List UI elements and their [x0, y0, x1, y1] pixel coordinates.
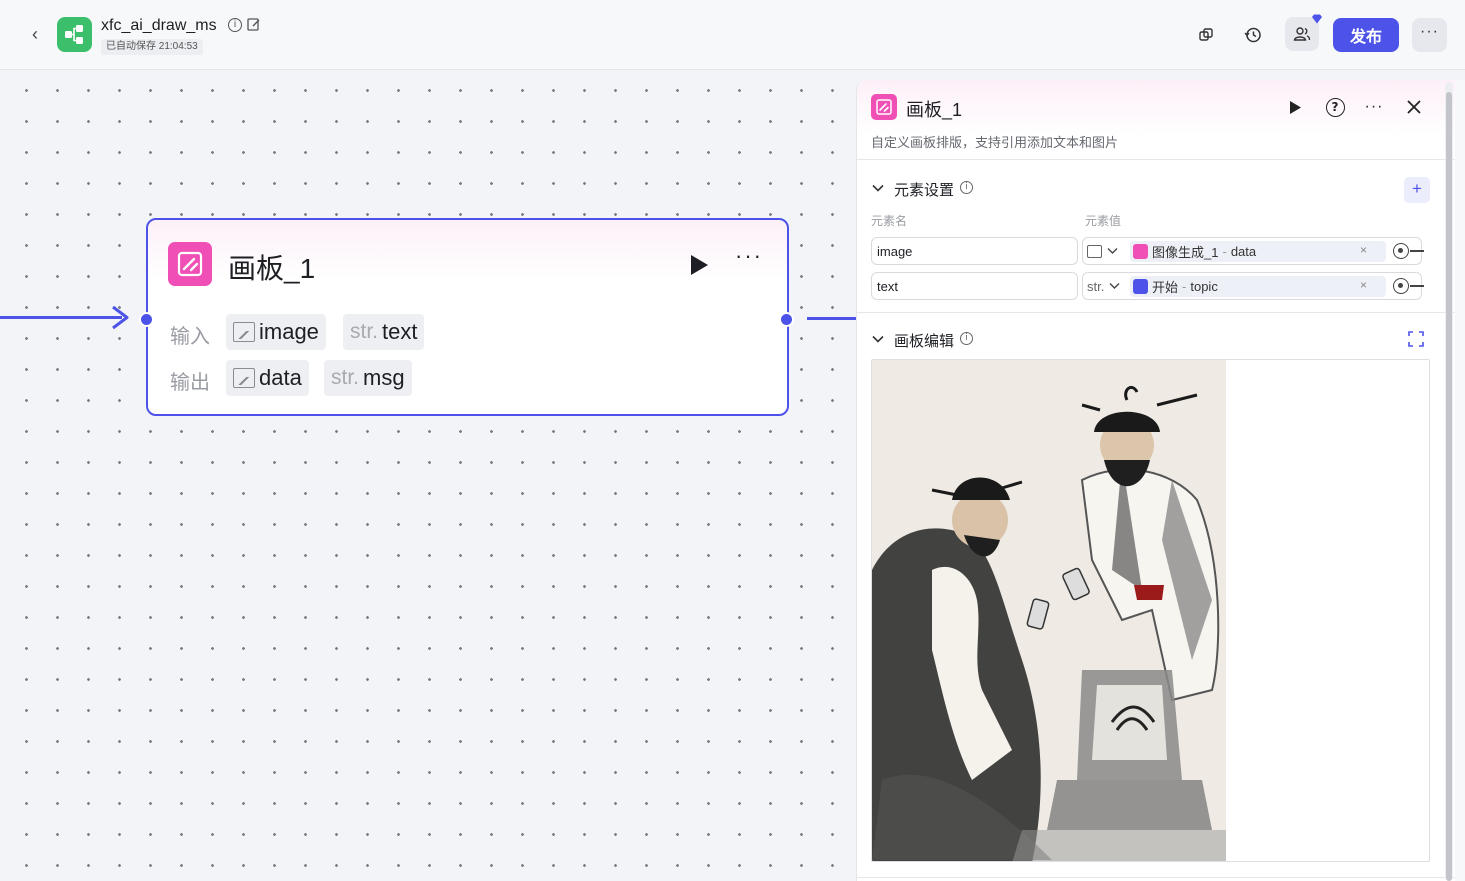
chevron-down-icon[interactable] — [871, 332, 885, 346]
reference-chip: 图像生成_1 - data × — [1130, 241, 1386, 262]
more-options-button[interactable]: ··· — [1412, 18, 1447, 52]
workflow-canvas[interactable]: 画板_1 ··· 输入 image str. text 输出 data str.… — [0, 70, 856, 881]
input-name: image — [259, 319, 319, 344]
panel-title: 画板_1 — [906, 100, 963, 120]
string-type-icon: str. — [331, 366, 360, 389]
autosave-status: 已自动保存 21:04:53 — [101, 39, 203, 55]
element-settings-header[interactable]: 元素设置 i — [871, 179, 1431, 203]
info-icon[interactable]: i — [228, 18, 242, 32]
image-type-icon — [233, 322, 255, 342]
ref-field: data — [1230, 244, 1257, 259]
info-icon[interactable]: i — [960, 181, 973, 194]
remove-row-button[interactable] — [1410, 285, 1424, 287]
ref-separator: - — [1182, 279, 1187, 294]
remove-row-button[interactable] — [1410, 250, 1424, 252]
node-more-icon[interactable]: ··· — [732, 245, 766, 274]
target-variable-icon[interactable] — [1393, 243, 1409, 259]
column-header-value: 元素值 — [1085, 214, 1122, 228]
image-type-icon — [233, 368, 255, 388]
element-name-input[interactable] — [871, 272, 1078, 300]
help-icon[interactable]: ? — [1322, 94, 1348, 120]
chevron-down-icon — [1109, 283, 1120, 289]
history-icon[interactable] — [1237, 19, 1269, 51]
output-name: msg — [363, 365, 405, 390]
outgoing-edge — [807, 317, 856, 320]
panel-scrollbar[interactable] — [1445, 82, 1453, 881]
workflow-logo-icon — [57, 17, 92, 52]
reference-chip: 开始 - topic × — [1130, 276, 1386, 297]
input-label: 输入 — [170, 326, 210, 348]
element-name-input[interactable] — [871, 237, 1078, 265]
image-type-icon — [1087, 244, 1102, 258]
element-value-reference[interactable]: 开始 - topic × — [1127, 272, 1422, 300]
publish-button[interactable]: 发布 — [1333, 18, 1399, 52]
run-icon[interactable] — [1282, 94, 1308, 120]
section-title: 画板编辑 — [894, 333, 955, 350]
string-type-icon: str. — [350, 320, 379, 343]
chevron-down-icon[interactable] — [871, 181, 885, 195]
panel-subtitle: 自定义画板排版，支持引用添加文本和图片 — [871, 135, 1119, 150]
section-divider — [857, 877, 1455, 878]
output-tag-msg: str. msg — [324, 360, 412, 396]
board-edit-header[interactable]: 画板编辑 i — [871, 330, 1431, 354]
input-tag-text: str. text — [343, 314, 425, 350]
top-bar: ‹ xfc_ai_draw_ms i 已自动保存 21:04:53 发布 ··· — [0, 0, 1465, 70]
canvas-board-icon — [168, 242, 212, 286]
input-tag-image: image — [226, 314, 326, 350]
section-divider — [857, 312, 1455, 313]
image-generate-icon — [1133, 244, 1148, 259]
add-element-button[interactable]: + — [1404, 177, 1430, 203]
node-config-panel: 画板_1 自定义画板排版，支持引用添加文本和图片 ? ··· 元素设置 i + … — [856, 80, 1455, 881]
column-header-name: 元素名 — [871, 214, 908, 228]
node-title: 画板_1 — [228, 253, 316, 284]
chevron-down-icon — [1107, 248, 1118, 254]
ref-source: 开始 — [1152, 280, 1179, 295]
output-label: 输出 — [170, 372, 210, 394]
panel-header: 画板_1 自定义画板排版，支持引用添加文本和图片 ? ··· — [857, 80, 1455, 160]
app-title: xfc_ai_draw_ms — [101, 17, 217, 34]
close-icon[interactable] — [1401, 94, 1427, 120]
run-icon[interactable] — [688, 253, 710, 277]
generated-image[interactable] — [872, 360, 1226, 861]
incoming-edge — [0, 316, 122, 319]
string-type-icon: str. — [1087, 278, 1105, 294]
background-canvas-edge — [1455, 80, 1465, 881]
output-tag-data: data — [226, 360, 309, 396]
canvas-board-icon — [871, 94, 897, 120]
edge-arrow-icon — [112, 305, 129, 330]
clear-reference-button[interactable]: × — [1360, 278, 1367, 292]
element-value-reference[interactable]: 图像生成_1 - data × — [1127, 237, 1422, 265]
element-type-select[interactable] — [1082, 237, 1128, 265]
target-variable-icon[interactable] — [1393, 278, 1409, 294]
start-node-icon — [1133, 279, 1148, 294]
ref-field: topic — [1190, 279, 1218, 294]
clear-reference-button[interactable]: × — [1360, 243, 1367, 257]
input-port[interactable] — [139, 312, 154, 327]
ink-painting-illustration — [872, 360, 1226, 861]
ref-source: 图像生成_1 — [1152, 245, 1219, 260]
element-type-select[interactable]: str. — [1082, 272, 1128, 300]
back-chevron-icon[interactable]: ‹ — [24, 22, 46, 46]
collaborator-icon[interactable] — [1285, 14, 1322, 51]
fullscreen-icon[interactable] — [1408, 331, 1424, 347]
scrollbar-thumb[interactable] — [1446, 92, 1452, 881]
ref-separator: - — [1222, 244, 1227, 259]
section-title: 元素设置 — [894, 182, 955, 199]
premium-gem-icon — [1312, 14, 1322, 24]
panel-more-icon[interactable]: ··· — [1361, 94, 1387, 120]
output-name: data — [259, 365, 302, 390]
board-canvas[interactable] — [871, 359, 1430, 862]
copy-icon[interactable] — [1190, 19, 1222, 51]
output-port[interactable] — [779, 312, 794, 327]
canvas-node[interactable]: 画板_1 ··· 输入 image str. text 输出 data str.… — [139, 218, 794, 416]
info-icon[interactable]: i — [960, 332, 973, 345]
input-name: text — [382, 319, 418, 344]
edit-icon[interactable] — [247, 17, 261, 32]
